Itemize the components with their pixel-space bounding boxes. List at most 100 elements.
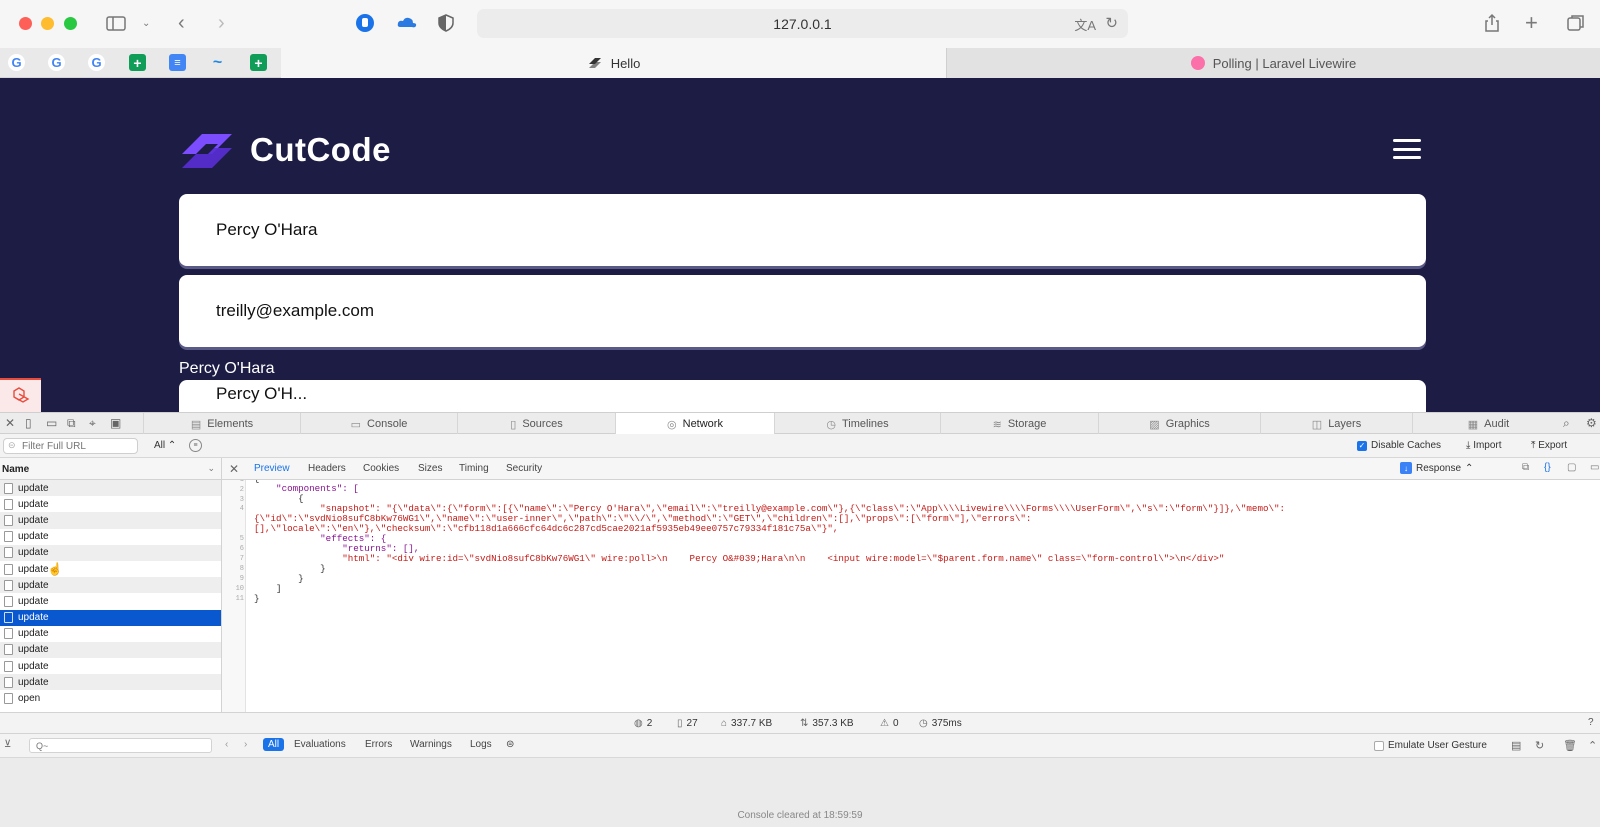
tab-timing[interactable]: Timing: [459, 463, 489, 474]
favorite-sheets-icon[interactable]: +: [129, 54, 146, 71]
close-detail-icon[interactable]: ✕: [229, 462, 239, 476]
console-filter-errors[interactable]: Errors: [365, 739, 392, 750]
name-input[interactable]: Percy O'Hara: [179, 194, 1426, 266]
json-braces-icon[interactable]: {}: [1544, 462, 1551, 473]
favorite-docs-icon[interactable]: ≡: [169, 54, 186, 71]
request-row[interactable]: update: [0, 641, 221, 659]
laravel-debug-icon[interactable]: [0, 378, 41, 412]
tab-hello[interactable]: Hello: [281, 48, 946, 78]
tab-audit[interactable]: ▦ Audit: [1412, 413, 1564, 435]
request-row[interactable]: update: [0, 577, 221, 594]
request-row-selected[interactable]: update: [0, 609, 221, 626]
filter-url-input[interactable]: [3, 438, 138, 454]
cutcode-logo[interactable]: CutCode: [178, 126, 391, 174]
dock-bottom-icon[interactable]: ▭: [46, 416, 57, 430]
tab-storage[interactable]: ≋ Storage: [940, 413, 1098, 435]
request-row[interactable]: update: [0, 480, 221, 497]
device-icon[interactable]: ▣: [110, 416, 121, 430]
dock-left-icon[interactable]: ▯: [25, 416, 32, 430]
cloud-extension-icon[interactable]: [396, 12, 418, 34]
tab-elements[interactable]: ▤ Elements: [143, 413, 300, 435]
console-filter-logs[interactable]: Logs: [470, 739, 492, 750]
favorite-wave-icon[interactable]: ~: [209, 54, 226, 71]
undock-icon[interactable]: ⧉: [67, 416, 76, 431]
request-row[interactable]: update: [0, 626, 221, 642]
console-output: Console cleared at 18:59:59: [0, 758, 1600, 827]
console-filter-warnings[interactable]: Warnings: [410, 739, 452, 750]
close-devtools-icon[interactable]: ✕: [5, 416, 15, 430]
new-tab-icon[interactable]: +: [1525, 10, 1538, 35]
forward-icon[interactable]: ›: [218, 12, 225, 34]
refresh-icon[interactable]: ↻: [1535, 739, 1544, 752]
preserve-log-icon[interactable]: ▤: [1511, 739, 1521, 752]
text-view-icon[interactable]: ▢: [1567, 462, 1576, 473]
maximize-window-button[interactable]: [64, 17, 77, 30]
reload-icon[interactable]: ↻: [1105, 14, 1118, 32]
request-row[interactable]: update ☝: [0, 561, 221, 577]
request-row[interactable]: update: [0, 529, 221, 545]
favorite-google-icon[interactable]: G: [48, 54, 65, 71]
tab-security[interactable]: Security: [506, 463, 542, 474]
chevron-down-icon[interactable]: ⌄: [142, 12, 150, 34]
response-type-select[interactable]: ↓ Response ⌃: [1400, 462, 1473, 474]
favorite-google-icon[interactable]: G: [88, 54, 105, 71]
console-filter-input[interactable]: [29, 738, 212, 753]
name-column-header[interactable]: Name ⌄: [0, 458, 222, 480]
request-row[interactable]: update: [0, 593, 221, 609]
minimize-window-button[interactable]: [41, 17, 54, 30]
favorite-sheets-icon[interactable]: +: [250, 54, 267, 71]
export-button[interactable]: ⤒ Export: [1531, 440, 1567, 451]
request-row[interactable]: update: [0, 496, 221, 512]
image-view-icon[interactable]: ▭: [1590, 462, 1599, 473]
tab-network[interactable]: ◎ Network: [615, 413, 774, 435]
tab-layers[interactable]: ◫ Layers: [1260, 413, 1412, 435]
tab-headers[interactable]: Headers: [308, 463, 346, 474]
share-icon[interactable]: [1484, 12, 1500, 34]
address-bar[interactable]: 127.0.0.1 文A ↻: [477, 9, 1128, 38]
search-icon[interactable]: ⌕: [1563, 416, 1570, 431]
request-row[interactable]: update: [0, 674, 221, 691]
request-row[interactable]: update: [0, 512, 221, 529]
nested-name-input[interactable]: Percy O'H...: [179, 380, 1426, 412]
request-row[interactable]: update: [0, 544, 221, 561]
expand-icon[interactable]: ⌃: [1588, 739, 1597, 752]
tab-overview-icon[interactable]: [1567, 12, 1585, 34]
tab-cookies[interactable]: Cookies: [363, 463, 399, 474]
resource-type-select[interactable]: All ⌃: [154, 440, 176, 451]
console-toggle-icon[interactable]: ⊻: [4, 739, 11, 750]
previous-icon[interactable]: ‹: [225, 739, 228, 750]
gear-icon[interactable]: ⚙: [1586, 416, 1597, 430]
hand-extension-icon[interactable]: [355, 12, 375, 34]
disable-caches-checkbox[interactable]: ✓ Disable Caches: [1357, 440, 1441, 451]
tab-graphics[interactable]: ▨ Graphics: [1098, 413, 1260, 435]
close-window-button[interactable]: [19, 17, 32, 30]
document-icon: [4, 563, 13, 575]
emulate-user-gesture-checkbox[interactable]: Emulate User Gesture: [1374, 740, 1487, 751]
inspect-element-icon[interactable]: ⌖: [89, 416, 96, 431]
tab-timelines[interactable]: ◷ Timelines: [774, 413, 940, 435]
email-input[interactable]: treilly@example.com: [179, 275, 1426, 347]
tab-console[interactable]: ▭ Console: [300, 413, 457, 435]
console-filter-all[interactable]: All: [263, 738, 285, 751]
response-preview: 1 2 3 4 5 6 7 8 9 10 11 { "components": …: [222, 480, 1600, 712]
tab-sources[interactable]: ▯ Sources: [457, 413, 615, 435]
request-row[interactable]: update: [0, 658, 221, 674]
next-icon[interactable]: ›: [244, 739, 247, 750]
import-button[interactable]: ⤓ Import: [1466, 440, 1502, 451]
sidebar-toggle-icon[interactable]: [106, 12, 126, 34]
console-filter-evaluations[interactable]: Evaluations: [294, 739, 346, 750]
help-icon[interactable]: ?: [1588, 717, 1594, 728]
favorite-google-icon[interactable]: G: [8, 54, 25, 71]
tab-preview[interactable]: Preview: [254, 463, 290, 474]
menu-icon[interactable]: [1393, 139, 1421, 159]
tab-sizes[interactable]: Sizes: [418, 463, 442, 474]
shield-icon[interactable]: [438, 12, 454, 34]
translate-icon[interactable]: 文A: [1074, 15, 1096, 34]
filter-options-icon[interactable]: ⊜: [506, 739, 514, 750]
trash-icon[interactable]: 🗑: [1563, 739, 1577, 752]
back-icon[interactable]: ‹: [178, 12, 185, 34]
request-row[interactable]: open: [0, 690, 221, 706]
filter-options-icon[interactable]: ≡: [189, 439, 202, 452]
tab-polling-laravel-livewire[interactable]: Polling | Laravel Livewire: [946, 48, 1600, 78]
copy-icon[interactable]: ⧉: [1522, 462, 1529, 473]
